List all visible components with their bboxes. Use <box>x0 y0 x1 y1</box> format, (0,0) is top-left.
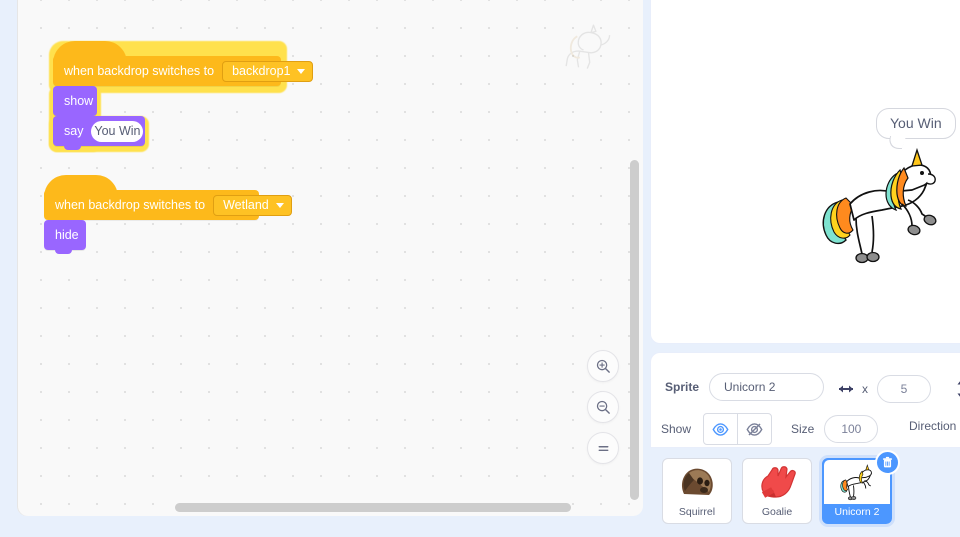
stage[interactable]: You Win <box>650 0 960 344</box>
speech-bubble: You Win <box>876 108 956 139</box>
block-label: hide <box>55 228 79 242</box>
unicorn-thumbnail-icon <box>840 464 872 501</box>
block-label: show <box>64 94 94 108</box>
backdrop-dropdown[interactable]: backdrop1 <box>222 60 314 82</box>
bottom-gutter <box>0 516 643 537</box>
x-input[interactable]: 5 <box>877 375 931 403</box>
zoom-in-button[interactable] <box>587 350 619 382</box>
trash-icon <box>882 456 893 468</box>
show-toggle[interactable] <box>703 413 773 445</box>
vertical-arrow-icon <box>957 381 960 397</box>
size-row: Size 100 <box>791 415 879 443</box>
horizontal-arrow-icon <box>839 385 853 393</box>
sprite-tile-label: Squirrel <box>678 506 716 519</box>
show-visible-button[interactable] <box>704 414 737 444</box>
sprite-name-row: Sprite Unicorn 2 <box>665 373 825 401</box>
block-label: say <box>64 124 84 138</box>
sprite-name-input[interactable]: Unicorn 2 <box>709 373 825 401</box>
say-text-input[interactable]: You Win <box>91 120 144 142</box>
hat-block-cap <box>44 175 118 197</box>
sprite-thumbnail <box>663 459 731 504</box>
block-hide[interactable]: hide <box>44 220 86 254</box>
block-notch <box>64 145 81 150</box>
show-hidden-button[interactable] <box>737 414 771 444</box>
size-label: Size <box>791 422 815 436</box>
left-gutter <box>0 0 17 516</box>
x-position-row: x 5 <box>836 375 960 403</box>
chevron-down-icon <box>297 68 306 74</box>
block-show[interactable]: show <box>53 86 97 120</box>
code-canvas[interactable]: when backdrop switches to backdrop1 show… <box>17 0 643 516</box>
script-wetland[interactable]: when backdrop switches to Wetland hide <box>44 175 292 254</box>
sprite-tiles: Squirrel Goalie Unicorn 2 <box>662 450 960 524</box>
sprite-tile-goalie[interactable]: Goalie <box>742 458 812 524</box>
show-label: Show <box>661 422 692 436</box>
direction-label: Direction <box>909 419 957 433</box>
sprite-tile-squirrel[interactable]: Squirrel <box>662 458 732 524</box>
block-when-backdrop-switches-to[interactable]: when backdrop switches to Wetland <box>44 175 292 220</box>
direction-row: Direction <box>909 419 956 433</box>
zoom-reset-button[interactable] <box>587 432 619 464</box>
sprite-label: Sprite <box>665 380 700 394</box>
eye-crossed-icon <box>746 422 763 436</box>
zoom-out-button[interactable] <box>587 391 619 423</box>
unicorn-sprite[interactable] <box>816 140 951 270</box>
x-label: x <box>862 382 868 396</box>
sprite-list-panel: Squirrel Goalie Unicorn 2 <box>650 450 960 537</box>
sprite-thumbnail <box>743 459 811 504</box>
chevron-down-icon <box>275 202 284 208</box>
magnifier-minus-icon <box>596 400 610 414</box>
zoom-controls <box>587 350 619 464</box>
dropdown-value: backdrop1 <box>232 64 291 78</box>
center-divider <box>643 0 650 537</box>
equals-icon <box>598 445 608 451</box>
sprite-tile-label: Unicorn 2 <box>834 506 880 519</box>
sprite-info-panel: Sprite Unicorn 2 x 5 Show Size 100 Direc… <box>650 352 960 448</box>
block-label: when backdrop switches to <box>64 64 215 78</box>
show-row: Show <box>661 413 773 445</box>
sprite-tile-label: Goalie <box>761 506 793 519</box>
eye-icon <box>712 422 729 436</box>
sprite-tile-unicorn-2[interactable]: Unicorn 2 <box>822 450 900 524</box>
delete-sprite-button[interactable] <box>875 450 900 475</box>
dropdown-value: Wetland <box>223 198 269 212</box>
block-when-backdrop-switches-to[interactable]: when backdrop switches to backdrop1 <box>53 41 314 86</box>
horizontal-scrollbar[interactable] <box>175 503 571 512</box>
squirrel-thumbnail-icon <box>681 468 713 495</box>
vertical-scrollbar[interactable] <box>630 160 639 500</box>
size-input[interactable]: 100 <box>824 415 879 443</box>
scratch-editor: when backdrop switches to backdrop1 show… <box>0 0 960 537</box>
script-backdrop1[interactable]: when backdrop switches to backdrop1 show… <box>49 41 314 152</box>
block-say[interactable]: say You Win <box>53 116 145 150</box>
speech-bubble-text: You Win <box>890 115 942 131</box>
hat-block-cap <box>53 41 127 63</box>
magnifier-plus-icon <box>596 359 610 373</box>
goalie-glove-thumbnail-icon <box>761 465 796 498</box>
block-label: when backdrop switches to <box>55 198 206 212</box>
backdrop-dropdown[interactable]: Wetland <box>213 194 292 216</box>
block-notch <box>55 249 72 254</box>
